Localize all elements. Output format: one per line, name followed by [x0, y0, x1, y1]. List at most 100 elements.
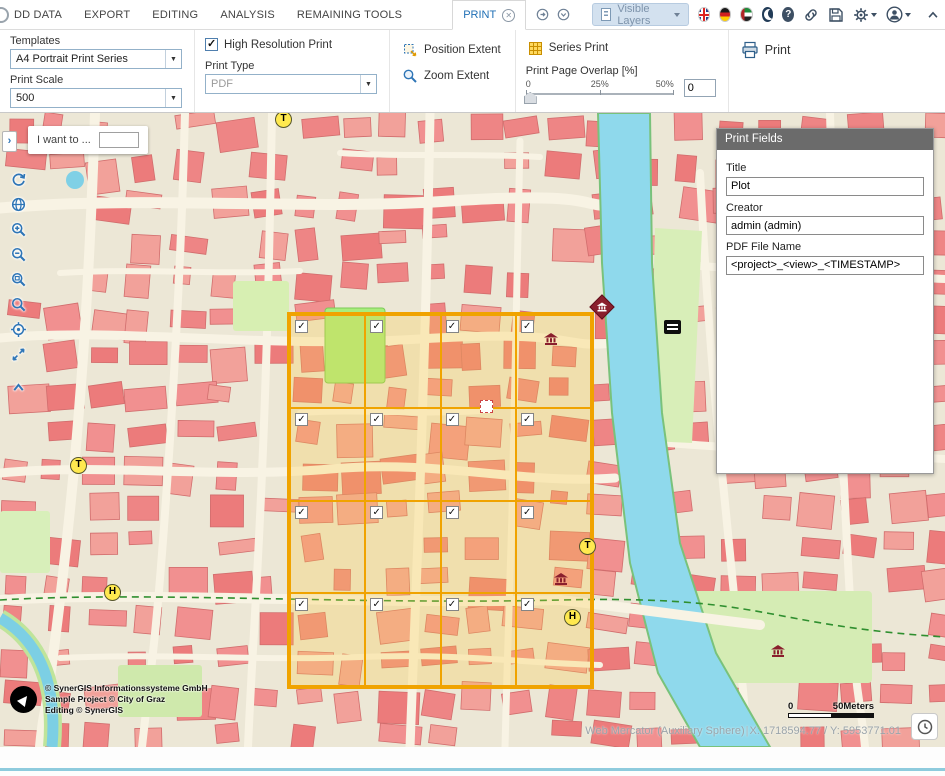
menu-add-data[interactable]: DD DATA: [14, 9, 62, 21]
print-cell-checkbox[interactable]: ✓: [521, 506, 534, 519]
language-english-flag-icon[interactable]: [698, 7, 710, 22]
print-cell-checkbox[interactable]: ✓: [370, 598, 383, 611]
print-grid-cell[interactable]: ✓: [516, 501, 591, 594]
print-cell-checkbox[interactable]: ✓: [370, 320, 383, 333]
app-menu-icon[interactable]: [0, 7, 9, 23]
menu-analysis[interactable]: ANALYSIS: [220, 9, 275, 21]
print-cell-checkbox[interactable]: ✓: [446, 506, 459, 519]
print-grid-cell[interactable]: ✓: [365, 501, 440, 594]
print-grid-cell[interactable]: ✓: [365, 315, 440, 408]
zoom-in-button[interactable]: [6, 218, 31, 241]
ribbon-options-icon[interactable]: [557, 8, 570, 21]
print-cell-checkbox[interactable]: ✓: [295, 320, 308, 333]
zoom-extent-button[interactable]: Zoom Extent: [400, 65, 491, 87]
overlap-value-input[interactable]: [684, 79, 716, 97]
magnifier-button[interactable]: [6, 293, 31, 316]
templates-section: Templates A4 Portrait Print Series ▼ Pri…: [0, 30, 195, 112]
language-arabic-flag-icon[interactable]: [740, 7, 752, 22]
zoom-out-button[interactable]: [6, 243, 31, 266]
print-grid-cell[interactable]: ✓: [290, 408, 365, 501]
chevron-up-icon: [10, 379, 27, 396]
position-extent-button[interactable]: Position Extent: [400, 39, 503, 61]
i-want-to-widget[interactable]: I want to ...: [28, 126, 148, 154]
magnifier-icon: [10, 296, 27, 313]
globe-button[interactable]: [6, 193, 31, 216]
print-cell-checkbox[interactable]: ✓: [446, 598, 459, 611]
position-extent-icon: [402, 42, 418, 58]
print-grid-cell[interactable]: ✓: [441, 315, 516, 408]
settings-menu[interactable]: [853, 7, 877, 23]
menu-remaining-tools[interactable]: REMAINING TOOLS: [297, 9, 402, 21]
i-want-to-label: I want to ...: [37, 134, 91, 146]
i-want-to-input[interactable]: [99, 132, 139, 148]
print-cell-checkbox[interactable]: ✓: [295, 506, 308, 519]
clock-icon: [916, 718, 934, 736]
menu-export[interactable]: EXPORT: [84, 9, 130, 21]
print-grid-cell[interactable]: ✓: [441, 593, 516, 686]
collapse-toolbar-button[interactable]: [6, 376, 31, 399]
print-grid-cell[interactable]: ✓: [441, 408, 516, 501]
history-clock-button[interactable]: [911, 713, 938, 740]
map-toolbar: [6, 168, 31, 399]
series-print-section: Series Print Print Page Overlap [%] 0 25…: [516, 30, 729, 112]
visible-layers-button[interactable]: Visible Layers: [592, 3, 688, 26]
ribbon: Templates A4 Portrait Print Series ▼ Pri…: [0, 30, 945, 113]
print-scale-label: Print Scale: [10, 74, 182, 86]
print-grid-cell[interactable]: ✓: [290, 315, 365, 408]
map-canvas[interactable]: ✓✓✓✓✓✓✓✓✓✓✓✓✓✓✓✓ TTTHH › I want to ...: [0, 113, 945, 747]
sidebar-expander-button[interactable]: ›: [2, 131, 17, 152]
print-grid-cell[interactable]: ✓: [365, 593, 440, 686]
series-print-button[interactable]: Series Print: [526, 37, 610, 59]
creator-input[interactable]: [726, 216, 924, 235]
language-german-flag-icon[interactable]: [719, 7, 731, 22]
print-grid-cell[interactable]: ✓: [290, 501, 365, 594]
print-scale-dropdown[interactable]: 500 ▼: [10, 88, 182, 108]
locate-icon: [10, 321, 27, 338]
overlap-slider[interactable]: 0 25% 50%: [526, 79, 674, 105]
menu-editing[interactable]: EDITING: [152, 9, 198, 21]
pdf-file-name-input[interactable]: [726, 256, 924, 275]
title-input[interactable]: [726, 177, 924, 196]
print-grid-cell[interactable]: ✓: [516, 408, 591, 501]
print-cell-checkbox[interactable]: ✓: [295, 413, 308, 426]
tab-print[interactable]: PRINT ✕: [452, 0, 526, 30]
save-icon[interactable]: [828, 7, 844, 23]
zoom-extent-label: Zoom Extent: [424, 70, 489, 82]
detach-tab-icon[interactable]: [536, 8, 549, 21]
coordinates-label: X: 1718594.77 / Y: 5953771.01: [750, 725, 902, 737]
print-cell-checkbox[interactable]: ✓: [521, 320, 534, 333]
templates-dropdown[interactable]: A4 Portrait Print Series ▼: [10, 49, 182, 69]
print-cell-checkbox[interactable]: ✓: [370, 506, 383, 519]
zoom-rectangle-button[interactable]: [6, 268, 31, 291]
collapse-ribbon-icon[interactable]: [926, 8, 940, 22]
print-fields-header[interactable]: Print Fields: [717, 129, 933, 150]
templates-value: A4 Portrait Print Series: [16, 53, 128, 65]
full-extent-button[interactable]: [6, 343, 31, 366]
link-icon[interactable]: [803, 7, 819, 23]
print-grid-cell[interactable]: ✓: [516, 315, 591, 408]
print-grid-cell[interactable]: ✓: [516, 593, 591, 686]
print-grid-cell[interactable]: ✓: [365, 408, 440, 501]
print-cell-checkbox[interactable]: ✓: [370, 413, 383, 426]
user-menu[interactable]: [886, 6, 911, 23]
moon-icon[interactable]: [762, 7, 774, 22]
print-cell-checkbox[interactable]: ✓: [446, 413, 459, 426]
print-grid-cell[interactable]: ✓: [290, 593, 365, 686]
close-tab-icon[interactable]: ✕: [502, 9, 515, 22]
print-fields-panel: Print Fields Title Creator PDF File Name: [716, 128, 934, 474]
print-cell-checkbox[interactable]: ✓: [295, 598, 308, 611]
print-grid-cell[interactable]: ✓: [441, 501, 516, 594]
locate-button[interactable]: [6, 318, 31, 341]
help-icon[interactable]: ?: [782, 7, 794, 22]
print-button[interactable]: Print: [739, 39, 793, 61]
refresh-button[interactable]: [6, 168, 31, 191]
print-cell-checkbox[interactable]: ✓: [521, 598, 534, 611]
expand-arrows-icon: [10, 346, 27, 363]
print-type-dropdown[interactable]: PDF ▼: [205, 74, 377, 94]
print-button-label: Print: [765, 43, 791, 57]
tab-print-label: PRINT: [463, 9, 496, 21]
print-cell-checkbox[interactable]: ✓: [521, 413, 534, 426]
menubar: DD DATA EXPORT EDITING ANALYSIS REMAININ…: [0, 0, 945, 30]
print-cell-checkbox[interactable]: ✓: [446, 320, 459, 333]
high-resolution-checkbox[interactable]: [205, 38, 218, 51]
